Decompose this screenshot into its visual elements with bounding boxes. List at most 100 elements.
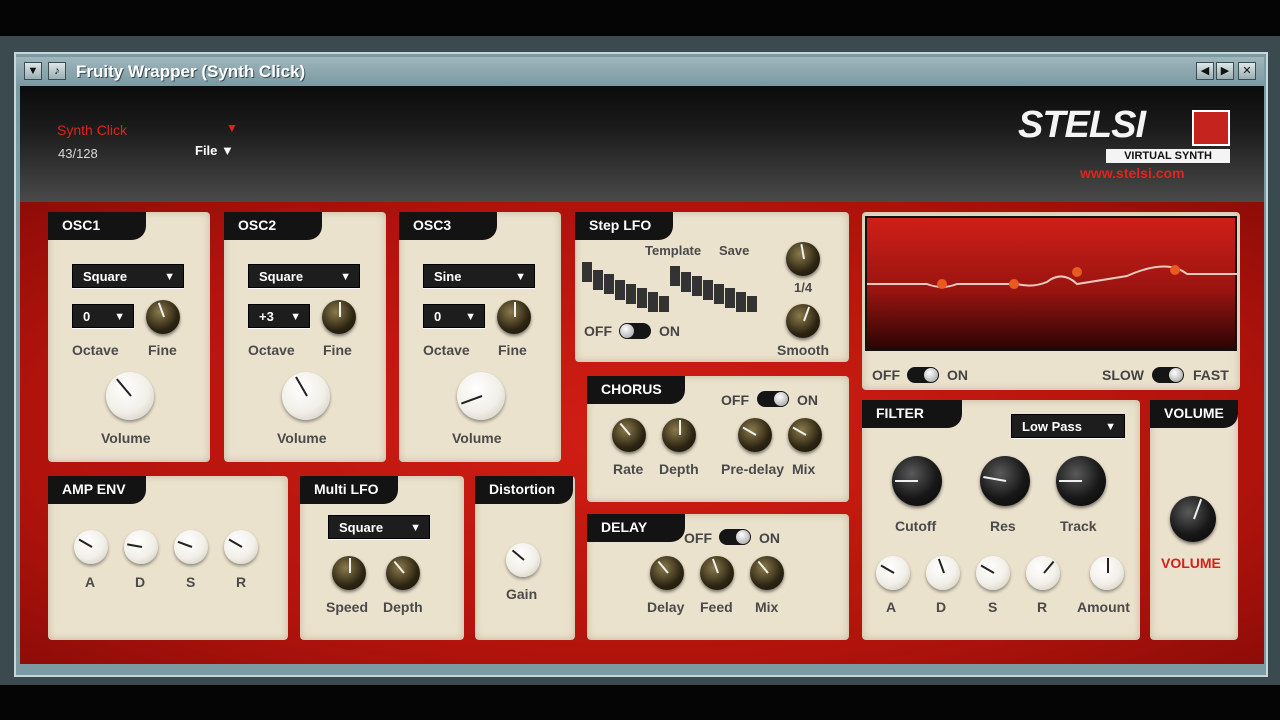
filter-release-knob[interactable] xyxy=(1026,556,1060,590)
step-bar[interactable] xyxy=(703,280,713,300)
filter-decay-knob[interactable] xyxy=(926,556,960,590)
file-menu[interactable]: File ▼ xyxy=(195,143,234,158)
amp-decay-knob[interactable] xyxy=(124,530,158,564)
filter-amount-knob[interactable] xyxy=(1090,556,1124,590)
step-bar[interactable] xyxy=(604,274,614,294)
filter-cutoff-knob[interactable] xyxy=(892,456,942,506)
prev-arrow-icon[interactable]: ◀ xyxy=(1196,62,1214,80)
patch-dropdown-icon[interactable]: ▼ xyxy=(226,121,238,135)
multi-lfo-speed-knob[interactable] xyxy=(332,556,366,590)
template-button[interactable]: Template xyxy=(645,243,701,258)
delay-toggle[interactable] xyxy=(719,529,751,545)
lfo-node[interactable] xyxy=(1009,279,1019,289)
multi-lfo-wave-select[interactable]: Square ▼ xyxy=(328,515,430,539)
close-icon[interactable]: ✕ xyxy=(1238,62,1256,80)
osc3-title: OSC3 xyxy=(399,212,497,240)
step-bar[interactable] xyxy=(637,288,647,308)
step-bar[interactable] xyxy=(593,270,603,290)
lfo-node[interactable] xyxy=(1170,265,1180,275)
chevron-down-icon: ▼ xyxy=(1105,421,1116,433)
lfo-display-toggle[interactable] xyxy=(907,367,939,383)
filter-sustain-knob[interactable] xyxy=(976,556,1010,590)
amp-attack-knob[interactable] xyxy=(74,530,108,564)
plugin-icon[interactable]: ♪ xyxy=(48,62,66,80)
stelsi-logo: STELSI xyxy=(1018,104,1146,146)
step-lfo-toggle[interactable] xyxy=(619,323,651,339)
osc2-volume-knob[interactable] xyxy=(282,372,330,420)
knob-indicator xyxy=(657,560,669,574)
filter-type-select[interactable]: Low Pass ▼ xyxy=(1011,414,1125,438)
chorus-toggle[interactable] xyxy=(757,391,789,407)
step-sequencer[interactable] xyxy=(582,262,760,314)
amp-sustain-knob[interactable] xyxy=(174,530,208,564)
osc1-wave-select[interactable]: Square ▼ xyxy=(72,264,184,288)
step-bar[interactable] xyxy=(626,284,636,304)
knob-indicator xyxy=(1107,557,1109,573)
filter-amount-label: Amount xyxy=(1077,599,1130,615)
step-lfo-smooth-knob[interactable] xyxy=(786,304,820,338)
volume-title: VOLUME xyxy=(1150,400,1238,428)
multi-lfo-wave-value: Square xyxy=(339,520,384,535)
delay-title: DELAY xyxy=(587,514,685,542)
filter-track-knob[interactable] xyxy=(1056,456,1106,506)
step-lfo-on-label: ON xyxy=(659,323,680,339)
step-bar[interactable] xyxy=(582,262,592,282)
knob-indicator xyxy=(228,538,243,548)
chorus-rate-knob[interactable] xyxy=(612,418,646,452)
filter-s-label: S xyxy=(988,599,998,615)
step-bar[interactable] xyxy=(648,292,658,312)
step-bar[interactable] xyxy=(670,266,680,286)
osc1-volume-knob[interactable] xyxy=(106,372,154,420)
delay-feed-knob[interactable] xyxy=(700,556,734,590)
osc1-wave-value: Square xyxy=(83,269,128,284)
lfo-waveform-display[interactable] xyxy=(865,216,1239,351)
lfo-node[interactable] xyxy=(937,279,947,289)
filter-attack-knob[interactable] xyxy=(876,556,910,590)
osc3-wave-select[interactable]: Sine ▼ xyxy=(423,264,535,288)
knob-indicator xyxy=(393,560,405,574)
chorus-rate-label: Rate xyxy=(613,461,644,477)
osc3-volume-knob[interactable] xyxy=(457,372,505,420)
osc1-octave-select[interactable]: 0 ▼ xyxy=(72,304,134,328)
multi-lfo-depth-knob[interactable] xyxy=(386,556,420,590)
osc1-fine-label: Fine xyxy=(148,342,177,358)
delay-time-knob[interactable] xyxy=(650,556,684,590)
lfo-node[interactable] xyxy=(1072,267,1082,277)
knob-indicator xyxy=(511,549,525,561)
distortion-gain-knob[interactable] xyxy=(506,543,540,577)
window-menu-button[interactable]: ▼ xyxy=(24,62,42,80)
step-bar[interactable] xyxy=(736,292,746,312)
lfo-fast-label: FAST xyxy=(1193,367,1229,383)
step-bar[interactable] xyxy=(615,280,625,300)
filter-res-knob[interactable] xyxy=(980,456,1030,506)
chorus-depth-label: Depth xyxy=(659,461,699,477)
knob-indicator xyxy=(126,543,143,548)
next-arrow-icon[interactable]: ▶ xyxy=(1216,62,1234,80)
chorus-mix-label: Mix xyxy=(792,461,816,477)
osc2-wave-select[interactable]: Square ▼ xyxy=(248,264,360,288)
step-bar[interactable] xyxy=(714,284,724,304)
step-lfo-rate-knob[interactable] xyxy=(786,242,820,276)
step-bar[interactable] xyxy=(692,276,702,296)
chorus-predelay-knob[interactable] xyxy=(738,418,772,452)
master-volume-knob[interactable] xyxy=(1170,496,1216,542)
osc2-fine-knob[interactable] xyxy=(322,300,356,334)
patch-name[interactable]: Synth Click xyxy=(57,122,127,138)
step-bar[interactable] xyxy=(725,288,735,308)
osc3-octave-select[interactable]: 0 ▼ xyxy=(423,304,485,328)
osc2-octave-select[interactable]: +3 ▼ xyxy=(248,304,310,328)
save-button[interactable]: Save xyxy=(719,243,749,258)
osc3-fine-knob[interactable] xyxy=(497,300,531,334)
lfo-speed-toggle[interactable] xyxy=(1152,367,1184,383)
step-bar[interactable] xyxy=(681,272,691,292)
chorus-depth-knob[interactable] xyxy=(662,418,696,452)
multi-lfo-speed-label: Speed xyxy=(326,599,369,615)
osc1-fine-knob[interactable] xyxy=(146,300,180,334)
step-bar[interactable] xyxy=(747,296,757,312)
amp-release-knob[interactable] xyxy=(224,530,258,564)
chorus-off-label: OFF xyxy=(721,392,749,408)
step-bar[interactable] xyxy=(659,296,669,312)
chorus-mix-knob[interactable] xyxy=(788,418,822,452)
knob-indicator xyxy=(880,564,895,574)
delay-mix-knob[interactable] xyxy=(750,556,784,590)
